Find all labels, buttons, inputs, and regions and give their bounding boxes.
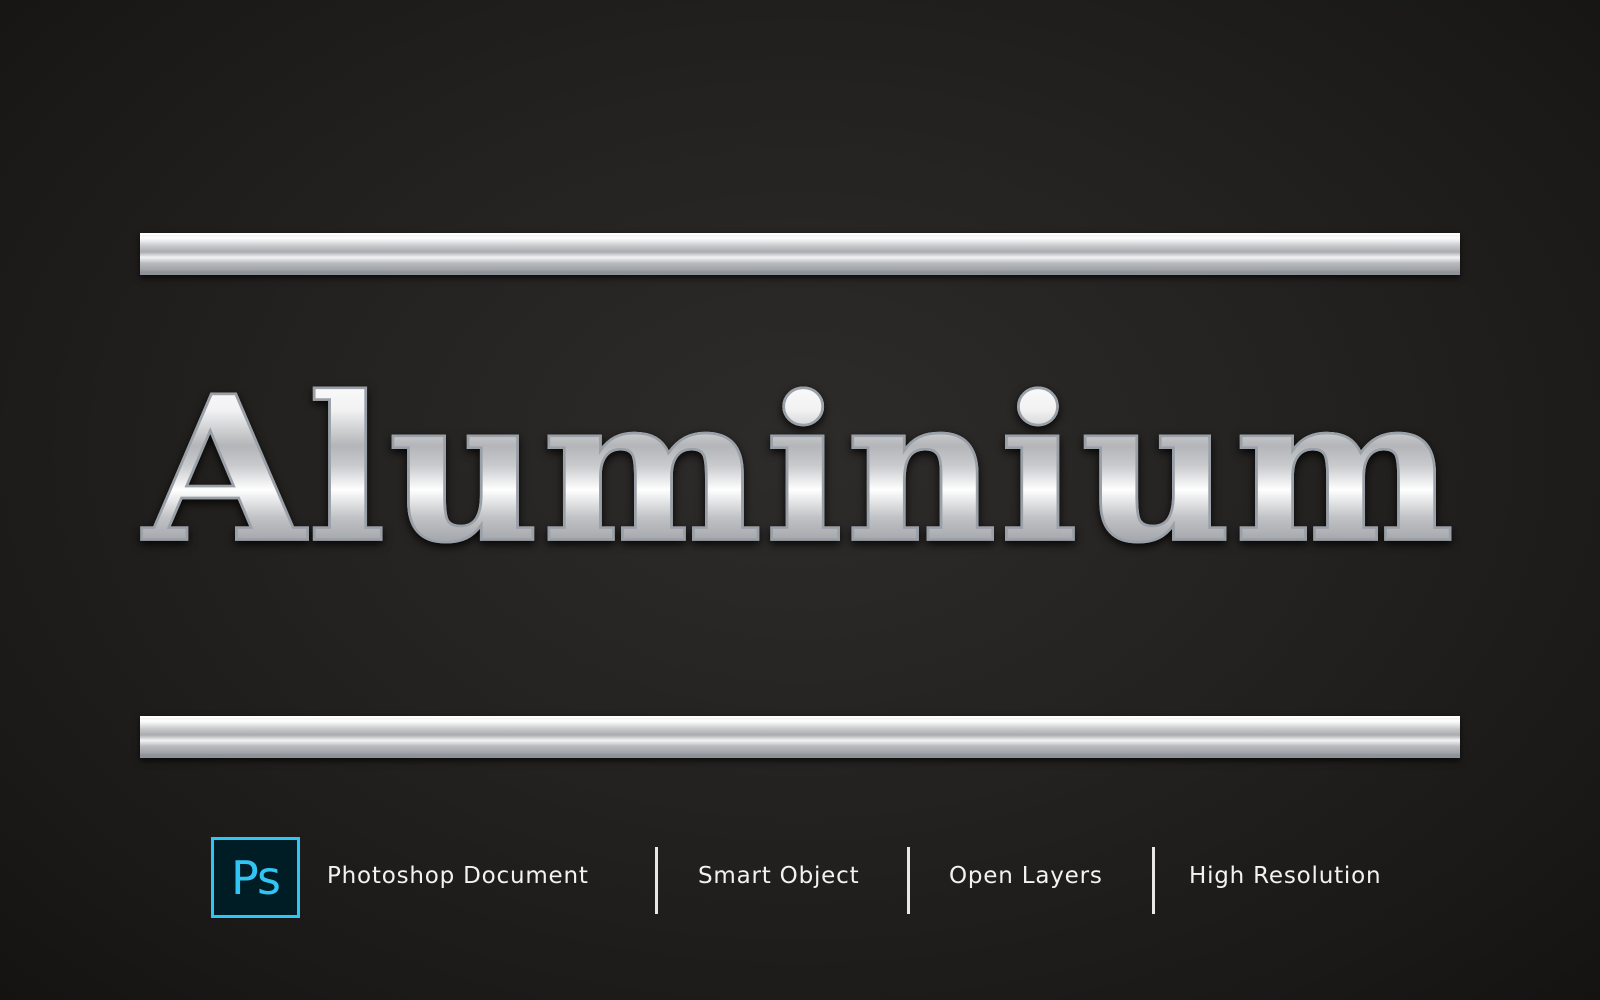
photoshop-icon: Ps bbox=[211, 837, 300, 918]
divider bbox=[655, 847, 658, 914]
top-metal-bar bbox=[140, 233, 1460, 275]
divider bbox=[1152, 847, 1155, 914]
bottom-metal-bar bbox=[140, 716, 1460, 758]
feature-photoshop-document: Photoshop Document bbox=[327, 863, 589, 889]
feature-smart-object: Smart Object bbox=[698, 863, 860, 889]
divider bbox=[907, 847, 910, 914]
headline-text: Aluminium bbox=[80, 368, 1520, 570]
feature-high-resolution: High Resolution bbox=[1189, 863, 1382, 889]
feature-footer: Ps Photoshop Document Smart Object Open … bbox=[0, 837, 1600, 927]
feature-open-layers: Open Layers bbox=[949, 863, 1103, 889]
